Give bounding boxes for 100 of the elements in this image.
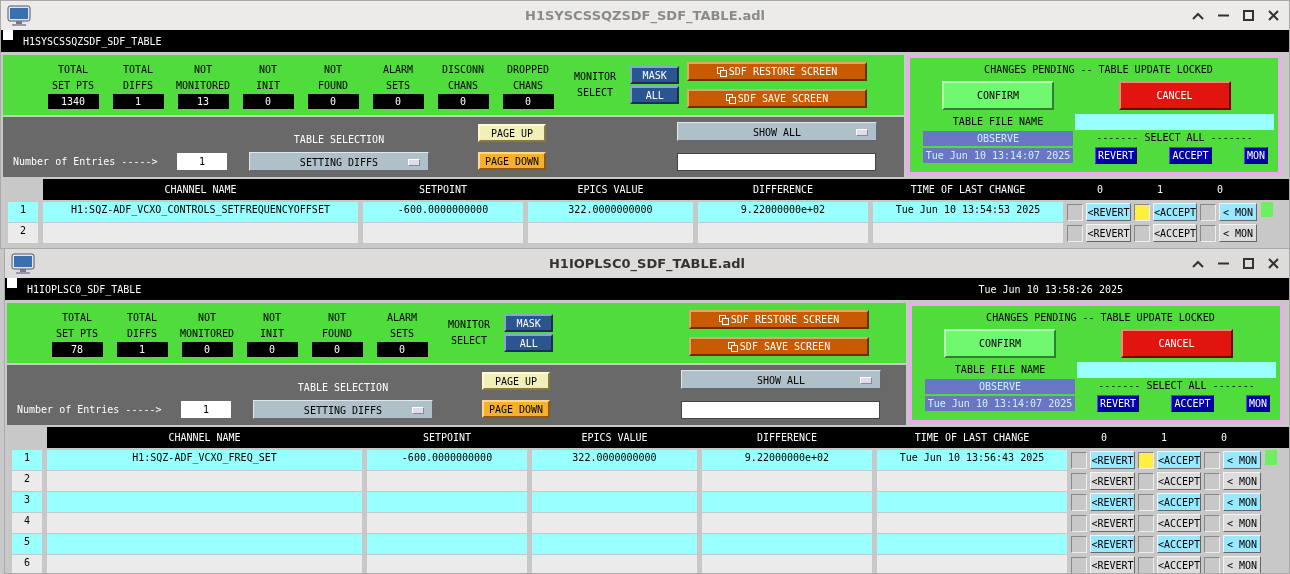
stat-value: 1 — [116, 341, 168, 357]
table-cell: H1:SQZ-ADF_VCXO_CONTROLS_SETFREQUENCYOFFSET — [43, 202, 358, 222]
revert-button[interactable]: <REVERT — [1090, 535, 1135, 553]
restore-screen-button[interactable]: SDF RESTORE SCREEN — [687, 62, 867, 81]
monitor-button[interactable]: < MON — [1223, 472, 1261, 490]
entries-field[interactable]: 1 — [177, 153, 227, 170]
revert-all-button[interactable]: REVERT — [1095, 147, 1138, 164]
chevron-up-icon[interactable] — [1192, 11, 1204, 20]
accept-button[interactable]: <ACCEPT — [1157, 514, 1201, 532]
close-icon[interactable] — [1268, 10, 1279, 21]
table-cell: Tue Jun 10 13:54:53 2025 — [873, 202, 1063, 222]
stat-label: NOT MONITORED — [179, 310, 235, 341]
maximize-icon[interactable] — [1243, 10, 1254, 21]
checkbox[interactable] — [1134, 224, 1150, 242]
revert-button[interactable]: <REVERT — [1090, 472, 1135, 490]
monitor-button[interactable]: < MON — [1223, 451, 1261, 469]
maximize-icon[interactable] — [1243, 258, 1254, 269]
page-down-button[interactable]: PAGE DOWN — [478, 152, 546, 170]
cancel-button[interactable]: CANCEL — [1118, 81, 1231, 110]
checkbox[interactable] — [1200, 224, 1216, 242]
table-selection-dropdown[interactable]: SETTING DIFFS — [249, 152, 429, 171]
monitor-mode-button[interactable]: ALL — [630, 86, 680, 104]
revert-button[interactable]: <REVERT — [1090, 451, 1135, 469]
file-name-field[interactable] — [1077, 362, 1276, 378]
monitor-button[interactable]: < MON — [1219, 203, 1257, 221]
checkbox[interactable] — [1204, 472, 1220, 490]
date-time: Tue Jun 10 13:58:26 2025 — [978, 283, 1123, 295]
monitor-mode-button[interactable]: MASK — [504, 314, 554, 332]
confirm-button[interactable]: CONFIRM — [942, 81, 1054, 110]
cancel-button[interactable]: CANCEL — [1120, 329, 1233, 358]
accept-button[interactable]: <ACCEPT — [1157, 472, 1201, 490]
checkbox[interactable] — [1071, 514, 1087, 532]
checkbox[interactable] — [1071, 535, 1087, 553]
revert-button[interactable]: <REVERT — [1090, 556, 1135, 573]
window-title: H1IOPLSC0_SDF_TABLE.adl — [548, 256, 746, 271]
monitor-button[interactable]: < MON — [1219, 224, 1257, 242]
revert-button[interactable]: <REVERT — [1086, 203, 1131, 221]
entries-label: Number of Entries -----> — [17, 404, 163, 415]
checkbox[interactable] — [1204, 493, 1220, 511]
monitor-button[interactable]: < MON — [1223, 535, 1261, 553]
checkbox[interactable] — [1138, 535, 1154, 553]
monitor-button[interactable]: < MON — [1223, 514, 1261, 532]
checkbox[interactable] — [1200, 203, 1216, 221]
accept-all-button[interactable]: ACCEPT — [1171, 395, 1214, 412]
monitor-mode-button[interactable]: MASK — [630, 66, 680, 84]
checkbox[interactable] — [1067, 224, 1083, 242]
monitor-mode-button[interactable]: ALL — [504, 334, 554, 352]
checkbox[interactable] — [1071, 493, 1087, 511]
stat-label: NOT INIT — [255, 62, 281, 93]
table-selection-label: TABLE SELECTION — [293, 134, 385, 146]
accept-button[interactable]: <ACCEPT — [1157, 556, 1201, 573]
accept-button[interactable]: <ACCEPT — [1157, 493, 1201, 511]
checkbox[interactable] — [1071, 451, 1087, 469]
accept-button[interactable]: <ACCEPT — [1157, 535, 1201, 553]
revert-all-button[interactable]: REVERT — [1097, 395, 1140, 412]
filter-field[interactable] — [677, 153, 876, 171]
revert-button[interactable]: <REVERT — [1090, 514, 1135, 532]
checkbox[interactable] — [1204, 535, 1220, 553]
restore-screen-button[interactable]: SDF RESTORE SCREEN — [689, 310, 869, 329]
minimize-icon[interactable] — [1218, 262, 1229, 265]
monitor-button[interactable]: < MON — [1223, 493, 1261, 511]
page-down-button[interactable]: PAGE DOWN — [482, 400, 550, 418]
revert-button[interactable]: <REVERT — [1086, 224, 1131, 242]
confirm-button[interactable]: CONFIRM — [944, 329, 1056, 358]
checkbox[interactable] — [1071, 472, 1087, 490]
page-up-button[interactable]: PAGE UP — [478, 124, 546, 142]
entries-field[interactable]: 1 — [181, 401, 231, 418]
monitor-all-button[interactable]: MON — [1245, 395, 1270, 412]
revert-button[interactable]: <REVERT — [1090, 493, 1135, 511]
accept-all-button[interactable]: ACCEPT — [1169, 147, 1212, 164]
save-screen-button[interactable]: SDF SAVE SCREEN — [689, 337, 869, 356]
chevron-up-icon[interactable] — [1192, 259, 1204, 268]
checkbox[interactable] — [1134, 203, 1150, 221]
accept-button[interactable]: <ACCEPT — [1153, 203, 1197, 221]
checkbox[interactable] — [1204, 514, 1220, 532]
monitor-all-button[interactable]: MON — [1243, 147, 1268, 164]
checkbox[interactable] — [1204, 556, 1220, 573]
close-icon[interactable] — [1268, 258, 1279, 269]
checkbox[interactable] — [1138, 472, 1154, 490]
checkbox[interactable] — [1071, 556, 1087, 573]
monitor-button[interactable]: < MON — [1223, 556, 1261, 573]
minimize-icon[interactable] — [1218, 14, 1229, 17]
checkbox[interactable] — [1204, 451, 1220, 469]
show-selection-dropdown[interactable]: SHOW ALL — [677, 122, 877, 141]
filter-field[interactable] — [681, 401, 880, 419]
monitor-select-label: MONITOR SELECT — [448, 318, 491, 348]
accept-button[interactable]: <ACCEPT — [1153, 224, 1197, 242]
save-screen-button[interactable]: SDF SAVE SCREEN — [687, 89, 867, 108]
table-selection-dropdown[interactable]: SETTING DIFFS — [253, 400, 433, 419]
stat-value: 1 — [112, 93, 164, 109]
accept-button[interactable]: <ACCEPT — [1157, 451, 1201, 469]
checkbox[interactable] — [1138, 556, 1154, 573]
checkbox[interactable] — [1138, 493, 1154, 511]
file-name-field[interactable] — [1075, 114, 1274, 130]
stat-value: 0 — [242, 93, 294, 109]
checkbox[interactable] — [1138, 451, 1154, 469]
page-up-button[interactable]: PAGE UP — [482, 372, 550, 390]
checkbox[interactable] — [1067, 203, 1083, 221]
show-selection-dropdown[interactable]: SHOW ALL — [681, 370, 881, 389]
checkbox[interactable] — [1138, 514, 1154, 532]
